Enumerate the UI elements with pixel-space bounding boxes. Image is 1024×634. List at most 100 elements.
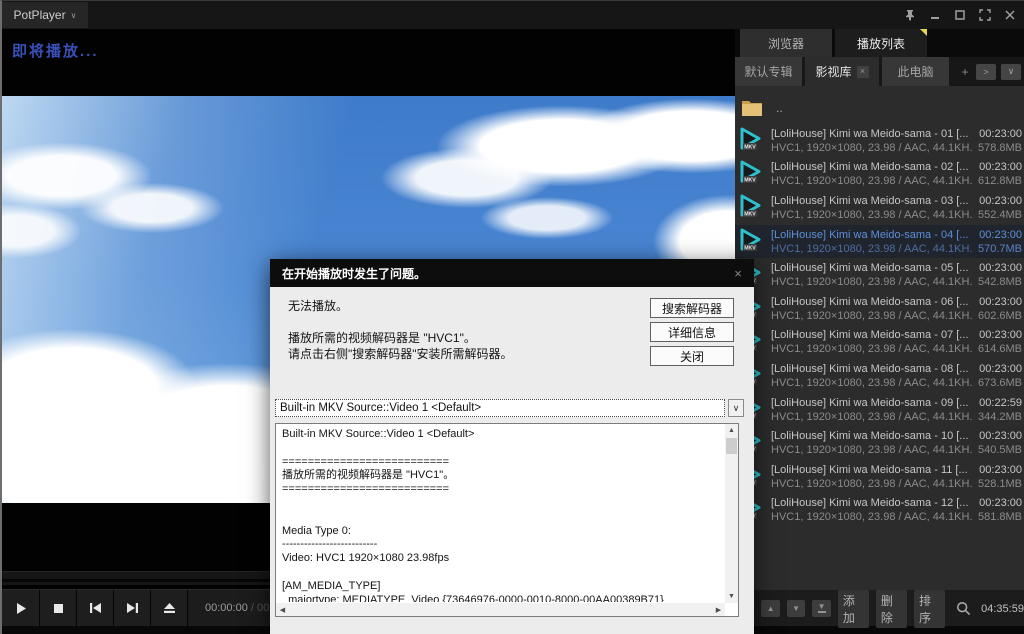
mkv-file-icon: MKV — [738, 126, 768, 156]
source-select[interactable]: Built-in MKV Source::Video 1 <Default> — [275, 399, 725, 417]
maximize-icon[interactable] — [952, 7, 968, 23]
item-file-size: 528.1MB — [973, 478, 1022, 490]
subtab-close-icon[interactable]: × — [857, 66, 869, 78]
scroll-down-icon[interactable]: ▼ — [725, 590, 738, 603]
svg-text:MKV: MKV — [744, 212, 756, 218]
item-file-size: 602.6MB — [973, 310, 1022, 322]
previous-button[interactable] — [77, 590, 114, 626]
vertical-scroll-thumb[interactable] — [726, 438, 737, 454]
panel-tabs: 浏览器 播放列表 — [735, 29, 1024, 57]
playlist-item[interactable]: MKV [LoliHouse] Kimi wa Meido-sama - 03 … — [735, 191, 1024, 225]
move-down-button[interactable]: ▼ — [787, 600, 805, 617]
item-title: [LoliHouse] Kimi wa Meido-sama - 08 [... — [771, 363, 974, 375]
mkv-file-icon: MKV — [738, 159, 768, 189]
search-icon — [956, 601, 971, 616]
potplayer-menu-button[interactable]: PotPlayer ∨ — [2, 2, 88, 28]
item-duration: 00:23:00 — [974, 430, 1022, 442]
item-title: [LoliHouse] Kimi wa Meido-sama - 09 [... — [771, 397, 974, 409]
playlist-item-text: [LoliHouse] Kimi wa Meido-sama - 03 [...… — [768, 195, 1022, 221]
fullscreen-icon[interactable] — [977, 7, 993, 23]
playlist-item[interactable]: MKV [LoliHouse] Kimi wa Meido-sama - 10 … — [735, 426, 1024, 460]
item-file-size: 581.8MB — [973, 511, 1022, 523]
details-button[interactable]: 详细信息 — [650, 322, 734, 342]
item-codec-info: HVC1, 1920×1080, 23.98 / AAC, 44.1KH... — [771, 377, 973, 389]
close-button[interactable]: 关闭 — [650, 346, 734, 366]
playlist-item-text: [LoliHouse] Kimi wa Meido-sama - 09 [...… — [768, 397, 1022, 423]
vertical-scrollbar[interactable]: ▲ ▼ — [725, 424, 738, 603]
playlist-item[interactable]: MKV [LoliHouse] Kimi wa Meido-sama - 02 … — [735, 158, 1024, 192]
tab-playlist[interactable]: 播放列表 — [835, 29, 927, 57]
stop-button[interactable] — [40, 590, 77, 626]
item-duration: 00:23:00 — [974, 161, 1022, 173]
dialog-close-icon[interactable]: × — [730, 265, 746, 281]
scroll-right-icon[interactable]: ▶ — [712, 603, 725, 616]
playlist-item[interactable]: MKV [LoliHouse] Kimi wa Meido-sama - 06 … — [735, 292, 1024, 326]
delete-button[interactable]: 删除 — [876, 590, 907, 628]
next-button[interactable] — [114, 590, 151, 626]
chevron-down-icon: ∨ — [71, 11, 77, 20]
playlist-item[interactable]: MKV [LoliHouse] Kimi wa Meido-sama - 05 … — [735, 258, 1024, 292]
codec-details-text: Built-in MKV Source::Video 1 <Default> =… — [282, 428, 722, 602]
item-file-size: 673.6MB — [973, 377, 1022, 389]
playlist-item[interactable]: MKV [LoliHouse] Kimi wa Meido-sama - 01 … — [735, 124, 1024, 158]
playlist-item[interactable]: MKV [LoliHouse] Kimi wa Meido-sama - 04 … — [735, 225, 1024, 259]
mkv-file-icon: MKV — [738, 193, 768, 223]
source-select-expand-icon[interactable]: ∨ — [728, 399, 744, 417]
pin-icon[interactable] — [902, 7, 918, 23]
playlist-item-text: [LoliHouse] Kimi wa Meido-sama - 07 [...… — [768, 329, 1022, 355]
playlist-item-text: [LoliHouse] Kimi wa Meido-sama - 01 [...… — [768, 128, 1022, 154]
minimize-icon[interactable] — [927, 7, 943, 23]
item-codec-info: HVC1, 1920×1080, 23.98 / AAC, 44.1KH... — [771, 343, 973, 355]
eject-button[interactable] — [151, 590, 188, 626]
scroll-up-icon[interactable]: ▲ — [725, 424, 738, 437]
playback-error-dialog: 在开始播放时发生了问题。 × 无法播放。 播放所需的视频解码器是 "HVC1"。… — [270, 259, 754, 634]
item-duration: 00:23:00 — [974, 363, 1022, 375]
add-button[interactable]: 添加 — [838, 590, 869, 628]
playlist-item[interactable]: MKV [LoliHouse] Kimi wa Meido-sama - 09 … — [735, 393, 1024, 427]
item-title: [LoliHouse] Kimi wa Meido-sama - 01 [... — [771, 128, 974, 140]
move-up-button[interactable]: ▲ — [761, 600, 779, 617]
dialog-message-line2: 请点击右侧"搜索解码器"安装所需解码器。 — [288, 345, 513, 362]
tab-list-button[interactable]: ∨ — [1001, 64, 1021, 80]
item-file-size: 612.8MB — [973, 175, 1022, 187]
subtab-default-album[interactable]: 默认专辑 — [735, 57, 802, 86]
playlist-item[interactable]: MKV [LoliHouse] Kimi wa Meido-sama - 12 … — [735, 494, 1024, 528]
tab-browser-label: 浏览器 — [768, 35, 804, 52]
active-tab-marker — [920, 29, 927, 36]
codec-details-box[interactable]: Built-in MKV Source::Video 1 <Default> =… — [275, 423, 739, 617]
item-title: [LoliHouse] Kimi wa Meido-sama - 04 [... — [771, 229, 974, 241]
transport-controls — [3, 590, 188, 626]
play-button[interactable] — [3, 590, 40, 626]
dialog-titlebar: 在开始播放时发生了问题。 × — [270, 259, 754, 287]
scroll-left-icon[interactable]: ◀ — [276, 603, 289, 616]
item-duration: 00:23:00 — [974, 262, 1022, 274]
search-button[interactable] — [956, 601, 971, 616]
sort-button[interactable]: 排序 — [914, 590, 945, 628]
horizontal-scrollbar[interactable]: ◀ ▶ — [276, 603, 725, 616]
item-duration: 00:23:00 — [974, 229, 1022, 241]
close-icon[interactable] — [1002, 7, 1018, 23]
item-codec-info: HVC1, 1920×1080, 23.98 / AAC, 44.1KH... — [771, 310, 973, 322]
playlist-item-text: [LoliHouse] Kimi wa Meido-sama - 12 [...… — [768, 497, 1022, 523]
item-title: [LoliHouse] Kimi wa Meido-sama - 03 [... — [771, 195, 974, 207]
subtab-this-pc[interactable]: 此电脑 — [882, 57, 949, 86]
item-title: [LoliHouse] Kimi wa Meido-sama - 11 [... — [771, 464, 974, 476]
move-bottom-button[interactable]: ▼ — [812, 600, 830, 617]
osd-now-playing-text: 即将播放... — [12, 40, 99, 61]
folder-icon — [741, 99, 763, 117]
next-tab-button[interactable]: > — [976, 64, 996, 80]
search-codec-button[interactable]: 搜索解码器 — [650, 298, 734, 318]
tab-browser[interactable]: 浏览器 — [740, 29, 832, 57]
dialog-message-line1: 播放所需的视频解码器是 "HVC1"。 — [288, 329, 476, 346]
parent-directory-row[interactable]: .. — [735, 91, 1024, 124]
subtab-media-library[interactable]: 影视库 × — [805, 57, 879, 86]
playlist-item[interactable]: MKV [LoliHouse] Kimi wa Meido-sama - 07 … — [735, 326, 1024, 360]
item-duration: 00:23:00 — [974, 296, 1022, 308]
item-duration: 00:23:00 — [974, 128, 1022, 140]
playlist-item[interactable]: MKV [LoliHouse] Kimi wa Meido-sama - 08 … — [735, 359, 1024, 393]
subtab-this-pc-label: 此电脑 — [897, 63, 933, 80]
add-tab-button[interactable]: + — [959, 65, 971, 79]
item-title: [LoliHouse] Kimi wa Meido-sama - 12 [... — [771, 497, 974, 509]
playlist-item[interactable]: MKV [LoliHouse] Kimi wa Meido-sama - 11 … — [735, 460, 1024, 494]
play-icon — [16, 603, 27, 614]
